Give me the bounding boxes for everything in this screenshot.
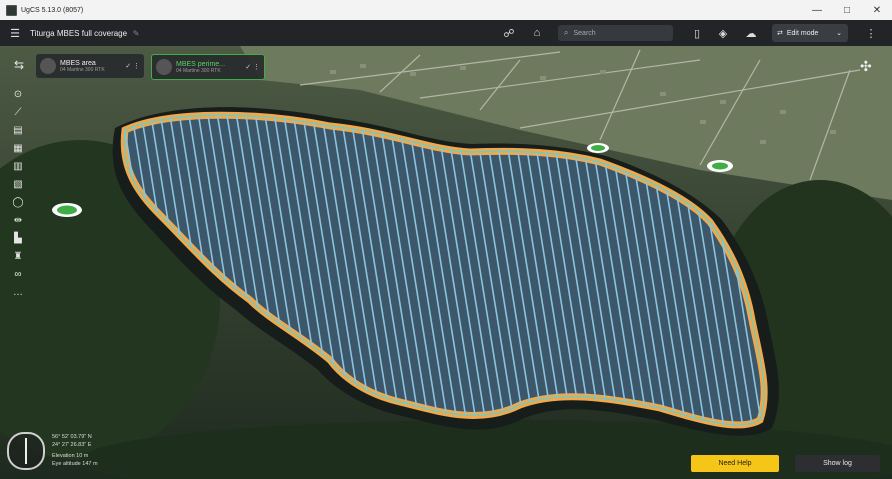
home-marker-left[interactable] <box>52 203 82 217</box>
facade-icon[interactable]: ▥ <box>8 158 28 176</box>
window-title: UgCS 5.13.0 (8057) <box>21 6 84 14</box>
link-icon[interactable]: ∞ <box>8 266 28 284</box>
mission-title[interactable]: Titurga MBES full coverage <box>30 29 127 38</box>
home-marker-right[interactable] <box>707 160 733 172</box>
window-titlebar: UgCS 5.13.0 (8057) — □ ✕ <box>0 0 892 20</box>
chevron-down-icon: ⌄ <box>836 30 842 37</box>
need-help-button[interactable]: Need Help <box>691 455 779 472</box>
main-toolbar: ☰ Titurga MBES full coverage ✎ ☍ ⌂ ▯ ◈ ☁… <box>0 20 892 46</box>
more-tools-icon[interactable]: … <box>8 284 28 302</box>
eye-altitude: Eye altitude 147 m <box>52 460 98 467</box>
drone-thumbnail-icon <box>156 59 172 75</box>
maximize-button[interactable]: □ <box>832 5 862 16</box>
edit-pencil-icon[interactable]: ✎ <box>127 29 145 38</box>
close-button[interactable]: ✕ <box>862 5 892 16</box>
route-title: MBES perime... <box>176 60 226 68</box>
marker-icon[interactable]: ⊙ <box>8 86 28 104</box>
drone-settings-icon[interactable]: ✣ <box>860 58 872 75</box>
circle-icon[interactable]: ◯ <box>8 194 28 212</box>
edit-mode-label: Edit mode <box>786 29 819 37</box>
add-route-icon[interactable]: ⇆ <box>10 58 28 76</box>
hamburger-menu-icon[interactable]: ☰ <box>6 27 24 40</box>
building-icon[interactable]: ▙ <box>8 230 28 248</box>
route-chip-mbes-area[interactable]: MBES area 04 Martine 300 RTK ✓ ⋮ <box>36 54 144 78</box>
route-actions-icon[interactable]: ✓ ⋮ <box>125 62 140 70</box>
gesture-icon[interactable]: ☍ <box>500 27 518 40</box>
route-subtitle: 04 Martine 300 RTK <box>60 66 105 73</box>
minimize-button[interactable]: — <box>802 5 832 16</box>
map-coordinates: 56° 52' 03.79" N 24° 27' 26.83" E Elevat… <box>52 434 98 468</box>
route-subtitle: 04 Martine 300 RTK <box>176 67 221 74</box>
left-toolbar: ⊙ ⟋ ▤ ▦ ▥ ▧ ◯ ⇹ ▙ ♜ ∞ … <box>8 86 28 302</box>
search-input[interactable]: ⌕ Search <box>558 25 673 41</box>
document-icon[interactable]: ▯ <box>688 27 706 40</box>
map-view[interactable] <box>0 46 892 479</box>
drone-icon[interactable]: ⌂ <box>528 27 546 39</box>
home-marker-top[interactable] <box>587 143 609 153</box>
elevation: Elevation 10 m <box>52 453 89 459</box>
polyline-icon[interactable]: ⟋ <box>8 104 28 122</box>
photogrammetry-icon[interactable]: ▦ <box>8 140 28 158</box>
layers-icon[interactable]: ◈ <box>714 27 732 40</box>
grid-icon[interactable]: ▧ <box>8 176 28 194</box>
edit-mode-icon: ⇄ <box>777 30 783 37</box>
longitude: 24° 27' 26.83" E <box>52 441 92 448</box>
route-title: MBES area <box>60 59 96 67</box>
more-vert-icon[interactable]: ⋮ <box>862 27 880 40</box>
app-icon <box>6 4 17 16</box>
drone-thumbnail-icon <box>40 58 56 74</box>
edit-mode-dropdown[interactable]: ⇄ Edit mode ⌄ <box>772 24 848 42</box>
latitude: 56° 52' 03.79" N <box>52 434 92 440</box>
satellite-map[interactable] <box>0 46 892 479</box>
route-chip-mbes-perimeter[interactable]: MBES perime... 04 Martine 300 RTK ✓ ⋮ <box>151 54 265 80</box>
show-log-button[interactable]: Show log <box>795 455 880 472</box>
corridor-icon[interactable]: ⇹ <box>8 212 28 230</box>
area-scan-icon[interactable]: ▤ <box>8 122 28 140</box>
search-placeholder: Search <box>573 29 596 37</box>
cloud-off-icon[interactable]: ☁ <box>742 27 760 40</box>
search-icon: ⌕ <box>564 28 569 37</box>
compass-icon[interactable] <box>7 432 45 470</box>
tower-icon[interactable]: ♜ <box>8 248 28 266</box>
route-actions-icon[interactable]: ✓ ⋮ <box>245 63 260 71</box>
